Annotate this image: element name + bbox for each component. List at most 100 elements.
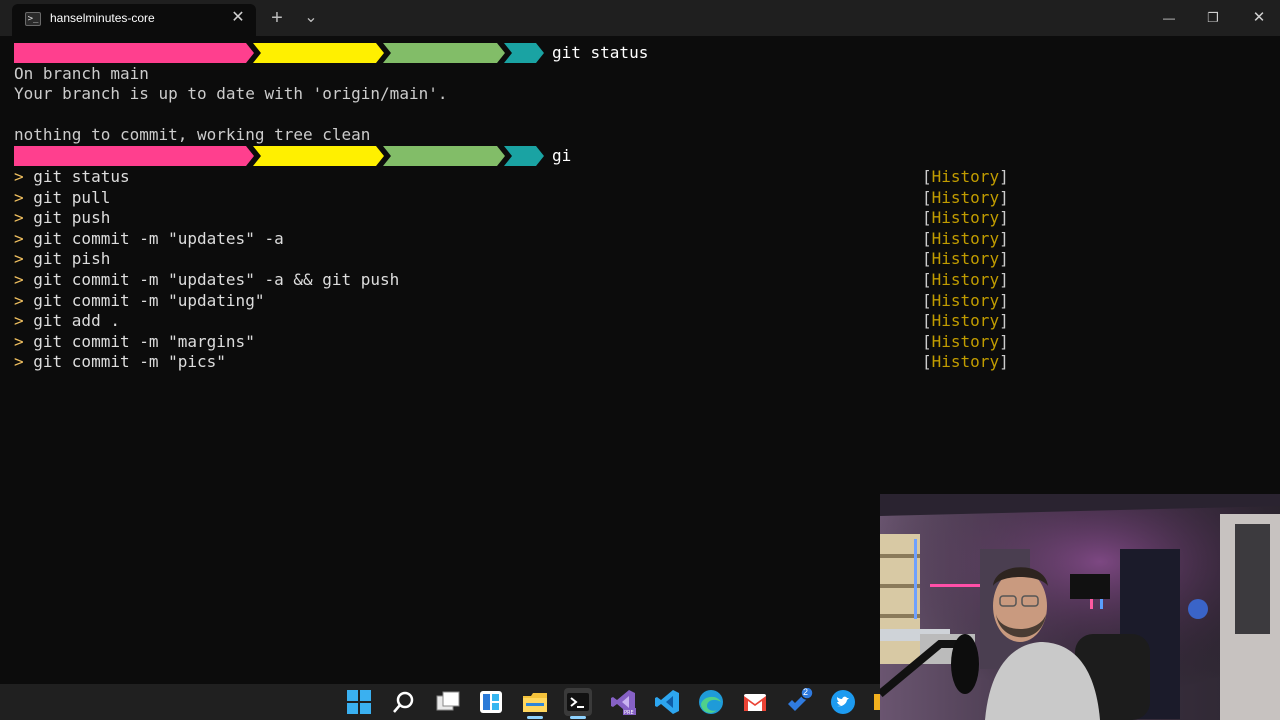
dotnet-icon: ◂ [458, 63, 479, 82]
history-source-tag: [History] [922, 290, 1009, 310]
twitter-icon[interactable] [829, 688, 857, 716]
dotnet-version: 6.0.100 [478, 166, 546, 185]
branch-status: ≡ [405, 166, 416, 185]
suggestion-command: git commit -m "pics" [33, 352, 226, 372]
powershell-icon: >_ [25, 12, 41, 26]
hand-icon: ✋ [576, 166, 597, 185]
tab-hanselminutes-core[interactable]: >_ hanselminutes-core ✕ [12, 4, 256, 36]
history-tag-label: History [931, 228, 1000, 248]
output-line: On branch main [14, 64, 149, 83]
history-suggestion-item[interactable]: > git add . [History] [14, 311, 1009, 331]
close-tab-button[interactable]: ✕ [228, 7, 248, 29]
history-tag-label: History [931, 311, 1000, 331]
terminal-icon[interactable] [564, 688, 592, 716]
history-suggestion-item[interactable]: > git status [History] [14, 167, 1009, 187]
suggestion-command: git commit -m "updates" -a && git push [33, 270, 400, 289]
history-source-tag: [History] [922, 249, 1009, 269]
history-tag-label: History [931, 249, 1000, 269]
file-explorer-active-indicator [527, 716, 543, 719]
output-line: Your branch is up to date with 'origin/m… [14, 84, 448, 103]
history-suggestion-item[interactable]: > git commit -m "updates" -a && git push… [14, 270, 1009, 290]
tab-title: hanselminutes-core [50, 11, 155, 25]
history-tag-label: History [931, 331, 1000, 351]
output-line: nothing to commit, working tree clean [14, 125, 371, 144]
branch-status: ≡ [405, 63, 416, 82]
history-source-tag: [History] [922, 270, 1009, 289]
history-suggestion-item[interactable]: > git commit -m "pics" [History] [14, 352, 1009, 372]
suggestion-marker: > [14, 311, 34, 331]
suggestion-marker: > [14, 352, 34, 372]
dotnet-icon: ◂ [458, 166, 479, 185]
branch-name: main [357, 63, 397, 82]
github-icon: ⊙ [328, 166, 349, 185]
webcam-image [880, 494, 1280, 720]
suggestion-command: git status [33, 167, 130, 186]
prompt-folder-segment: ■ hanselminutes-core [14, 146, 254, 166]
history-tag-label: History [931, 352, 1000, 372]
notification-badge: 2 [803, 687, 809, 697]
terminal-active-indicator [570, 716, 586, 719]
prompt-shell-segment: ✋ [504, 43, 544, 63]
overflow-icon[interactable] [872, 688, 880, 716]
history-suggestion-item[interactable]: > git commit -m "updates" -a [History] [14, 228, 1009, 249]
history-source-tag: [History] [922, 311, 1009, 331]
hand-icon: ✋ [576, 63, 597, 82]
history-suggestion-item[interactable]: > git pull [History] [14, 187, 1009, 208]
suggestion-marker: > [14, 290, 34, 310]
close-window-button[interactable]: ✕ [1236, 0, 1280, 36]
prompt-line: ■ hanselminutes-core ⊙ ᚼmain ≡ ◂ 6.0.100… [14, 146, 571, 166]
suggestion-command: git commit -m "updates" -a [33, 228, 284, 248]
suggestion-marker: > [14, 331, 34, 351]
suggestion-command: git commit -m "updating" [33, 290, 265, 310]
tab-dropdown-button[interactable]: ⌄ [299, 6, 323, 30]
vscode-icon[interactable] [653, 688, 681, 716]
suggestion-marker: > [14, 208, 34, 228]
title-bar: >_ hanselminutes-core ✕ + ⌄ — ❐ ✕ [0, 0, 1280, 36]
svg-text:PRE: PRE [624, 710, 634, 716]
history-source-tag: [History] [922, 208, 1009, 228]
minimize-button[interactable]: — [1146, 0, 1192, 36]
history-source-tag: [History] [922, 228, 1009, 248]
file-explorer-icon[interactable] [521, 688, 549, 716]
history-suggestion-item[interactable]: > git commit -m "updating" [History] [14, 290, 1009, 311]
gmail-icon[interactable] [741, 688, 769, 716]
history-suggestion-item[interactable]: > git commit -m "margins" [History] [14, 331, 1009, 352]
visual-studio-icon[interactable]: PRE [609, 688, 637, 716]
suggestion-command: git pish [33, 249, 111, 269]
suggestion-command: git push [33, 208, 111, 228]
history-tag-label: History [931, 187, 1000, 207]
history-source-tag: [History] [922, 352, 1009, 372]
command-input[interactable]: gi [552, 146, 571, 166]
history-source-tag: [History] [922, 187, 1009, 207]
prompt-folder-segment: ■ hanselminutes-core [14, 43, 254, 63]
suggestion-marker: > [14, 249, 34, 269]
history-tag-label: History [931, 167, 1000, 186]
edge-icon[interactable] [697, 688, 725, 716]
prompt-dotnet-segment: ◂ 6.0.100 [383, 43, 505, 63]
suggestion-marker: > [14, 270, 34, 289]
history-suggestion-item[interactable]: > git push [History] [14, 208, 1009, 228]
history-source-tag: [History] [922, 167, 1009, 186]
branch-icon: ᚼ [348, 63, 358, 82]
history-source-tag: [History] [922, 331, 1009, 351]
branch-name: main [357, 166, 397, 185]
prompt-shell-segment: ✋ [504, 146, 544, 166]
webcam-overlay [880, 494, 1280, 720]
search-icon[interactable] [390, 688, 418, 716]
widgets-icon[interactable] [477, 688, 505, 716]
prompt-line: ■ hanselminutes-core ⊙ ᚼmain ≡ ◂ 6.0.100… [14, 43, 648, 63]
windows-start-icon[interactable] [345, 688, 373, 716]
history-suggestion-item[interactable]: > git pish [History] [14, 249, 1009, 269]
new-tab-button[interactable]: + [265, 6, 289, 30]
branch-icon: ᚼ [348, 166, 358, 185]
prompt-dotnet-segment: ◂ 6.0.100 [383, 146, 505, 166]
restore-button[interactable]: ❐ [1190, 0, 1236, 36]
suggestion-command: git add . [33, 311, 120, 331]
suggestion-command: git commit -m "margins" [33, 331, 255, 351]
task-view-icon[interactable] [434, 688, 462, 716]
history-tag-label: History [931, 290, 1000, 310]
suggestion-marker: > [14, 187, 34, 207]
todo-icon[interactable]: 2 [785, 686, 814, 716]
history-tag-label: History [931, 270, 1000, 289]
folder-name: hanselminutes-core [109, 166, 283, 185]
